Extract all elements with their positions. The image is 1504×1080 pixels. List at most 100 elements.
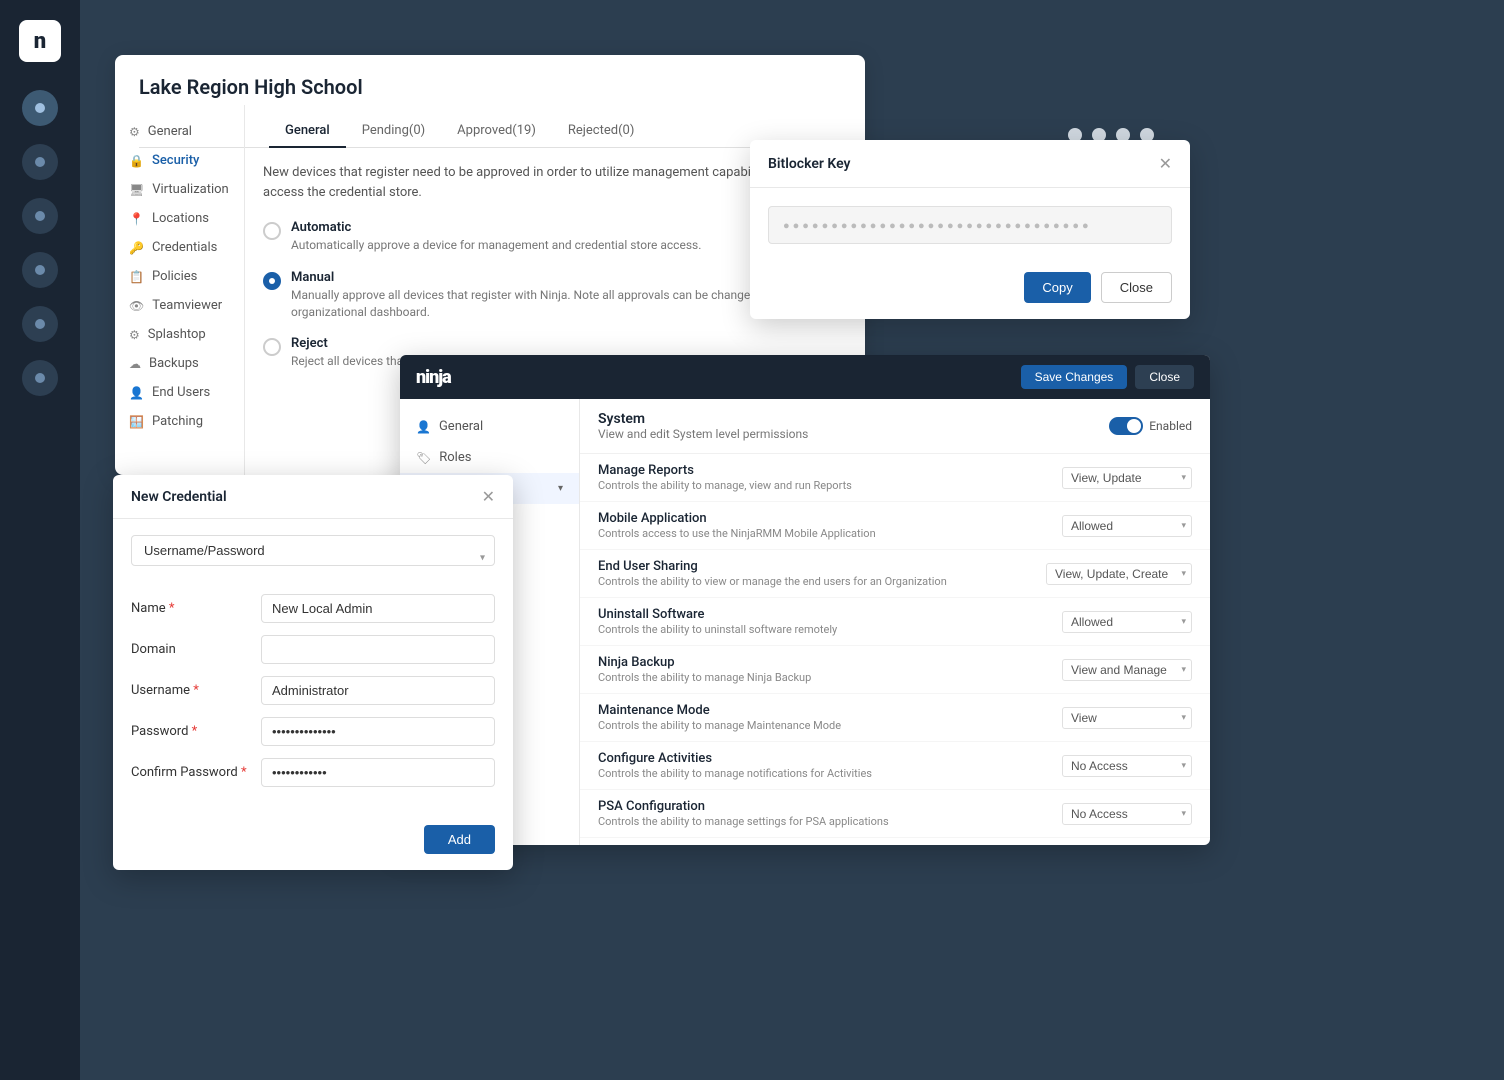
cred-password-label: Password * xyxy=(131,724,261,739)
sidebar-item-teamviewer[interactable]: 👁 Teamviewer xyxy=(115,291,244,320)
permissions-header: ninja Save Changes Close xyxy=(400,355,1210,399)
sidebar-item-security[interactable]: 🔒 Security xyxy=(115,146,244,175)
perm-control-5: View and Manage ▾ xyxy=(1062,659,1192,681)
perm-name-4: Uninstall Software xyxy=(598,607,837,622)
perm-row-activities: Configure Activities Controls the abilit… xyxy=(580,742,1210,790)
sidebar-item-endusers[interactable]: 👤 End Users xyxy=(115,378,244,407)
radio-manual-circle[interactable] xyxy=(263,272,281,290)
cred-name-field: Name * xyxy=(131,594,495,623)
radio-automatic-circle[interactable] xyxy=(263,222,281,240)
cred-name-input[interactable] xyxy=(261,594,495,623)
sidebar-item-patching[interactable]: 🪟 Patching xyxy=(115,407,244,436)
bitlocker-modal-body: ●●●●●●●●●●●●●●●●●●●●●●●●●●●●●●●● xyxy=(750,188,1190,262)
tab-rejected[interactable]: Rejected(0) xyxy=(552,115,650,148)
sidebar-item-general[interactable]: ⚙ General xyxy=(115,117,244,146)
teamviewer-icon: 👁 xyxy=(129,299,144,313)
toggle-track[interactable] xyxy=(1109,417,1143,435)
cred-domain-input[interactable] xyxy=(261,635,495,664)
bitlocker-key-dots: ●●●●●●●●●●●●●●●●●●●●●●●●●●●●●●●● xyxy=(783,219,1092,232)
sidebar-nav-2[interactable] xyxy=(22,144,58,180)
bitlocker-modal-footer: Copy Close xyxy=(750,262,1190,319)
perm-row-manage-reports: Manage Reports Controls the ability to m… xyxy=(580,454,1210,502)
perm-select-3[interactable]: View, Update, Create xyxy=(1046,563,1192,585)
bitlocker-close-icon[interactable]: ✕ xyxy=(1159,154,1172,173)
sidebar-item-policies[interactable]: 📋 Policies xyxy=(115,262,244,291)
sidebar-item-virtualization[interactable]: 🖥 Virtualization xyxy=(115,175,244,204)
cred-domain-field: Domain xyxy=(131,635,495,664)
perm-row-psa: PSA Configuration Controls the ability t… xyxy=(580,790,1210,838)
cred-domain-label: Domain xyxy=(131,642,261,657)
bitlocker-close-button[interactable]: Close xyxy=(1101,272,1172,303)
key-icon: 🔑 xyxy=(129,241,144,255)
sidebar-item-endusers-label: End Users xyxy=(152,385,210,400)
permissions-logo: ninja xyxy=(416,367,451,388)
perm-control-3: View, Update, Create ▾ xyxy=(1046,563,1192,585)
sidebar-nav-6[interactable] xyxy=(22,360,58,396)
perm-general-icon: 👤 xyxy=(416,420,431,434)
sidebar-item-locations-label: Locations xyxy=(152,211,209,226)
perm-control-6: View ▾ xyxy=(1062,707,1192,729)
sidebar-nav-3[interactable] xyxy=(22,198,58,234)
confirm-required-marker: * xyxy=(241,765,247,780)
page-title: Lake Region High School xyxy=(139,75,841,99)
perm-select-8[interactable]: No Access xyxy=(1062,803,1192,825)
bitlocker-modal: Bitlocker Key ✕ ●●●●●●●●●●●●●●●●●●●●●●●●… xyxy=(750,140,1190,319)
system-toggle[interactable]: Enabled xyxy=(1109,417,1192,435)
perm-row-info-3: End User Sharing Controls the ability to… xyxy=(598,559,947,588)
perm-select-5[interactable]: View and Manage xyxy=(1062,659,1192,681)
save-changes-button[interactable]: Save Changes xyxy=(1021,365,1128,389)
credential-modal-body: Username/Password ▾ Name * Domain Userna… xyxy=(113,519,513,815)
tab-pending[interactable]: Pending(0) xyxy=(346,115,441,148)
perm-select-6[interactable]: View xyxy=(1062,707,1192,729)
radio-reject-circle[interactable] xyxy=(263,338,281,356)
policies-icon: 📋 xyxy=(129,270,144,284)
credential-type-select[interactable]: Username/Password xyxy=(131,535,495,566)
cred-password-input[interactable] xyxy=(261,717,495,746)
gear-icon: ⚙ xyxy=(129,125,140,139)
perm-sidebar-roles[interactable]: 🏷 Roles xyxy=(400,442,579,473)
sidebar-nav-5[interactable] xyxy=(22,306,58,342)
perm-row-info-6: Maintenance Mode Controls the ability to… xyxy=(598,703,841,732)
perm-name-6: Maintenance Mode xyxy=(598,703,841,718)
perm-select-7[interactable]: No Access xyxy=(1062,755,1192,777)
perm-select-2[interactable]: Allowed xyxy=(1062,515,1192,537)
sidebar-item-patching-label: Patching xyxy=(152,414,203,429)
sidebar-item-backups[interactable]: ☁ Backups xyxy=(115,349,244,378)
perm-system-info: System View and edit System level permis… xyxy=(598,411,808,441)
perm-desc-5: Controls the ability to manage Ninja Bac… xyxy=(598,671,811,684)
credential-close-icon[interactable]: ✕ xyxy=(482,487,495,506)
cred-username-input[interactable] xyxy=(261,676,495,705)
perm-control-1: View, Update ▾ xyxy=(1062,467,1192,489)
perm-system-title: System xyxy=(598,411,808,427)
sidebar-item-locations[interactable]: 📍 Locations xyxy=(115,204,244,233)
perm-desc-8: Controls the ability to manage settings … xyxy=(598,815,889,828)
perm-name-5: Ninja Backup xyxy=(598,655,811,670)
tab-approved[interactable]: Approved(19) xyxy=(441,115,552,148)
cred-password-field: Password * xyxy=(131,717,495,746)
copy-button[interactable]: Copy xyxy=(1024,272,1090,303)
perm-sidebar-general[interactable]: 👤 General xyxy=(400,411,579,442)
credential-modal: New Credential ✕ Username/Password ▾ Nam… xyxy=(113,475,513,870)
perm-name-3: End User Sharing xyxy=(598,559,947,574)
cred-name-label: Name * xyxy=(131,601,261,616)
perm-row-info-7: Configure Activities Controls the abilit… xyxy=(598,751,872,780)
sidebar-item-credentials[interactable]: 🔑 Credentials xyxy=(115,233,244,262)
perm-select-4[interactable]: Allowed xyxy=(1062,611,1192,633)
bitlocker-modal-header: Bitlocker Key ✕ xyxy=(750,140,1190,188)
perm-row-mobile: Mobile Application Controls access to us… xyxy=(580,502,1210,550)
add-credential-button[interactable]: Add xyxy=(424,825,495,854)
perm-desc-6: Controls the ability to manage Maintenan… xyxy=(598,719,841,732)
sidebar-item-splashtop[interactable]: ⚙ Splashtop xyxy=(115,320,244,349)
cred-username-label: Username * xyxy=(131,683,261,698)
perm-desc-4: Controls the ability to uninstall softwa… xyxy=(598,623,837,636)
perm-row-info-1: Manage Reports Controls the ability to m… xyxy=(598,463,852,492)
tab-general[interactable]: General xyxy=(269,115,346,148)
perm-system-desc: View and edit System level permissions xyxy=(598,427,808,441)
sidebar-item-general-label: General xyxy=(148,124,192,139)
perm-select-1[interactable]: View, Update xyxy=(1062,467,1192,489)
cred-confirm-input[interactable] xyxy=(261,758,495,787)
perm-row-info-2: Mobile Application Controls access to us… xyxy=(598,511,876,540)
permissions-close-button[interactable]: Close xyxy=(1135,365,1194,389)
sidebar-nav-4[interactable] xyxy=(22,252,58,288)
sidebar-nav-1[interactable] xyxy=(22,90,58,126)
